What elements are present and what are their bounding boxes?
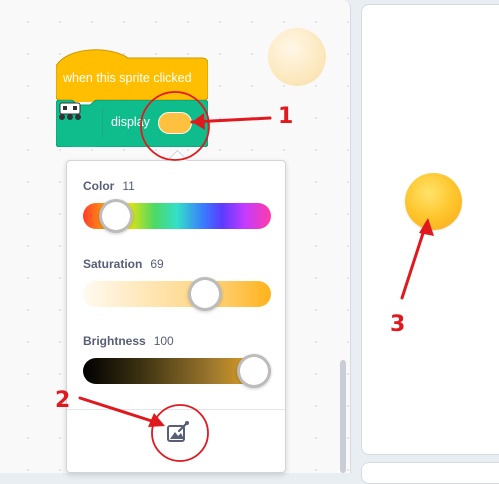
brightness-slider[interactable] <box>83 354 271 388</box>
block-separator <box>102 108 103 138</box>
saturation-slider-knob[interactable] <box>188 277 222 311</box>
display-block-label: display <box>111 115 150 129</box>
code-area-scrollbar[interactable] <box>340 360 346 473</box>
color-picker-popup: Color 11 Saturation 69 Brightness 100 <box>66 149 286 473</box>
brightness-slider-knob[interactable] <box>237 354 271 388</box>
color-value: 11 <box>122 179 135 193</box>
sprite-watermark <box>268 28 326 86</box>
annotation-number-1: 1 <box>278 104 294 129</box>
eyedropper-icon[interactable] <box>166 420 190 444</box>
brightness-value: 100 <box>153 334 174 348</box>
color-swatch[interactable] <box>158 112 192 134</box>
annotation-number-2: 2 <box>55 388 71 413</box>
display-block[interactable]: display <box>56 100 208 147</box>
hat-block-label: when this sprite clicked <box>63 71 192 85</box>
color-slider[interactable] <box>83 199 271 233</box>
popup-divider <box>67 409 285 410</box>
color-slider-knob[interactable] <box>99 199 133 233</box>
brightness-label: Brightness 100 <box>83 334 174 348</box>
saturation-label: Saturation 69 <box>83 257 164 271</box>
color-label: Color 11 <box>83 179 135 193</box>
sprite-pane <box>361 462 499 484</box>
annotation-number-3: 3 <box>390 312 406 337</box>
stage-ball-sprite[interactable] <box>405 173 462 230</box>
when-sprite-clicked-block[interactable]: when this sprite clicked <box>56 44 208 102</box>
saturation-value: 69 <box>150 257 164 271</box>
robot-extension-icon <box>59 102 81 120</box>
saturation-slider[interactable] <box>83 277 271 311</box>
